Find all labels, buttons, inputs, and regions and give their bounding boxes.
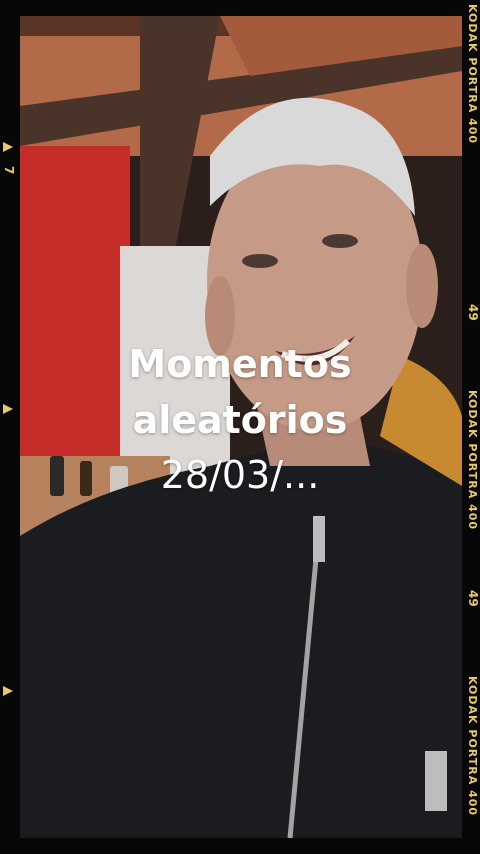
film-brand-text-bottom: KODAK PORTRA 400 [466, 676, 479, 817]
zipper-pull [313, 516, 325, 562]
film-frame: KODAK PORTRA 400 49 KODAK PORTRA 400 49 … [0, 0, 480, 854]
film-frame-number-left: 7 [2, 166, 16, 175]
film-arrow-icon [3, 142, 13, 152]
caption-date: 28/03/... [160, 453, 320, 497]
film-brand-text-top: KODAK PORTRA 400 [466, 4, 479, 145]
caption-line-1: Momentos [128, 342, 352, 386]
film-frame-number-2: 49 [466, 590, 480, 607]
film-frame-number: 49 [466, 304, 480, 321]
film-arrow-icon [3, 686, 13, 696]
caption-title: Momentos aleatórios [0, 336, 480, 448]
caption-line-2: aleatórios [132, 398, 348, 442]
